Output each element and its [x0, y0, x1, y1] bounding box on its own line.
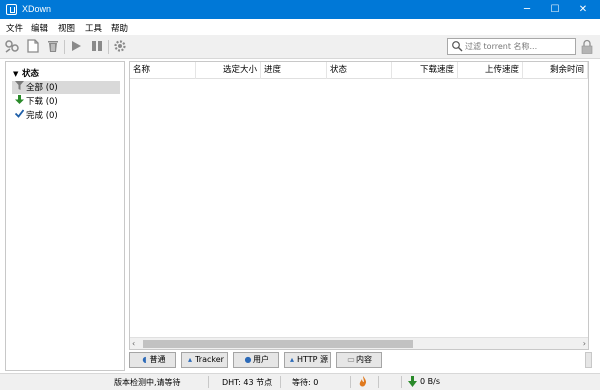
delete-icon[interactable] [45, 38, 61, 54]
search-icon [451, 40, 463, 52]
down-arrow-icon [15, 95, 26, 109]
column-header-row: 名称 选定大小 进度 状态 下载速度 上传速度 剩余时间 [130, 62, 588, 79]
speed-limit-icon[interactable] [358, 376, 368, 390]
status-group-header[interactable]: ▼ 状态 [13, 67, 39, 79]
download-speed: 0 B/s [420, 377, 440, 386]
http-icon: ▴ [289, 355, 294, 364]
sidebar-item-label: 下载 (0) [26, 97, 58, 107]
sidebar-item-all[interactable]: 全部 (0) [12, 81, 120, 94]
add-link-icon[interactable] [4, 38, 20, 54]
info-icon: ◖ [142, 355, 147, 364]
start-icon[interactable] [68, 38, 84, 54]
menu-file[interactable]: 文件 [6, 22, 23, 34]
scroll-right-icon[interactable]: › [583, 339, 586, 348]
tab-content[interactable]: ▭内容 [336, 352, 382, 368]
status-divider [280, 376, 281, 388]
status-message: 版本检测中,请等待 [114, 378, 181, 387]
status-divider [208, 376, 209, 388]
window-title: XDown [22, 4, 52, 14]
column-eta[interactable]: 剩余时间 [523, 62, 588, 79]
search-input[interactable] [465, 40, 573, 53]
horizontal-scrollbar[interactable]: ‹ › [130, 337, 588, 349]
sidebar-item-label: 完成 (0) [26, 111, 58, 121]
tab-label: HTTP 源 [296, 355, 328, 364]
column-name[interactable]: 名称 [130, 62, 196, 79]
sidebar-item-completed[interactable]: 完成 (0) [12, 109, 120, 122]
column-upload-speed[interactable]: 上传速度 [458, 62, 523, 79]
tab-tracker[interactable]: ▴ Tracker [181, 352, 228, 368]
dht-nodes: DHT: 43 节点 [222, 378, 273, 387]
scroll-left-icon[interactable]: ‹ [132, 339, 135, 348]
tab-general[interactable]: ◖ 普通 [129, 352, 176, 368]
tab-http-sources[interactable]: ▴ HTTP 源 [284, 352, 331, 368]
status-divider [378, 376, 379, 388]
settings-icon[interactable] [112, 38, 128, 54]
title-bar: XDown ─ ☐ ✕ [0, 0, 600, 19]
detail-tabs: ◖ 普通 ▴ Tracker ● 用户 ▴ HTTP 源 ▭内容 [129, 352, 589, 369]
chevron-down-icon[interactable]: ▼ [13, 70, 22, 78]
column-download-speed[interactable]: 下载速度 [392, 62, 458, 79]
app-logo-icon [6, 4, 17, 15]
column-selected-size[interactable]: 选定大小 [196, 62, 261, 79]
close-button[interactable]: ✕ [569, 0, 597, 19]
pause-icon[interactable] [89, 38, 105, 54]
column-status[interactable]: 状态 [327, 62, 392, 79]
lock-icon[interactable] [581, 39, 593, 54]
status-divider [350, 376, 351, 388]
torrent-list[interactable]: 名称 选定大小 进度 状态 下载速度 上传速度 剩余时间 ‹ › [129, 61, 589, 350]
status-divider [401, 376, 402, 388]
menu-tools[interactable]: 工具 [85, 22, 102, 34]
tab-label: 普通 [149, 355, 166, 364]
folder-icon: ▭ [347, 355, 355, 364]
sidebar-item-label: 全部 (0) [26, 83, 58, 93]
minimize-button[interactable]: ─ [513, 0, 541, 19]
tab-label: Tracker [195, 355, 224, 364]
menu-edit[interactable]: 编辑 [31, 22, 48, 34]
column-progress[interactable]: 进度 [261, 62, 327, 79]
search-box[interactable] [447, 38, 576, 55]
filter-icon [15, 81, 26, 95]
tracker-icon: ▴ [188, 355, 193, 364]
check-icon [14, 109, 26, 123]
tab-label: 内容 [356, 355, 372, 364]
sidebar-item-downloading[interactable]: 下载 (0) [12, 95, 120, 108]
menu-help[interactable]: 帮助 [111, 22, 128, 34]
waiting-count: 等待: 0 [292, 378, 319, 387]
status-group-label: 状态 [22, 69, 40, 79]
toolbar-divider [64, 40, 65, 54]
status-sidebar: ▼ 状态 全部 (0) 下载 (0) 完成 (0) [5, 61, 125, 371]
panel-scroll-handle[interactable] [585, 352, 592, 368]
status-bar: 版本检测中,请等待 DHT: 43 节点 等待: 0 0 B/s [0, 373, 600, 390]
users-icon: ● [244, 355, 252, 364]
tab-label: 用户 [253, 355, 269, 364]
download-speed-icon [408, 376, 417, 389]
add-file-icon[interactable] [25, 38, 41, 54]
menu-bar: 文件 编辑 视图 工具 帮助 [0, 19, 600, 35]
maximize-button[interactable]: ☐ [541, 0, 569, 19]
toolbar [0, 35, 600, 59]
tab-peers[interactable]: ● 用户 [233, 352, 279, 368]
menu-view[interactable]: 视图 [58, 22, 75, 34]
scrollbar-thumb[interactable] [143, 340, 413, 348]
toolbar-divider [108, 40, 109, 54]
